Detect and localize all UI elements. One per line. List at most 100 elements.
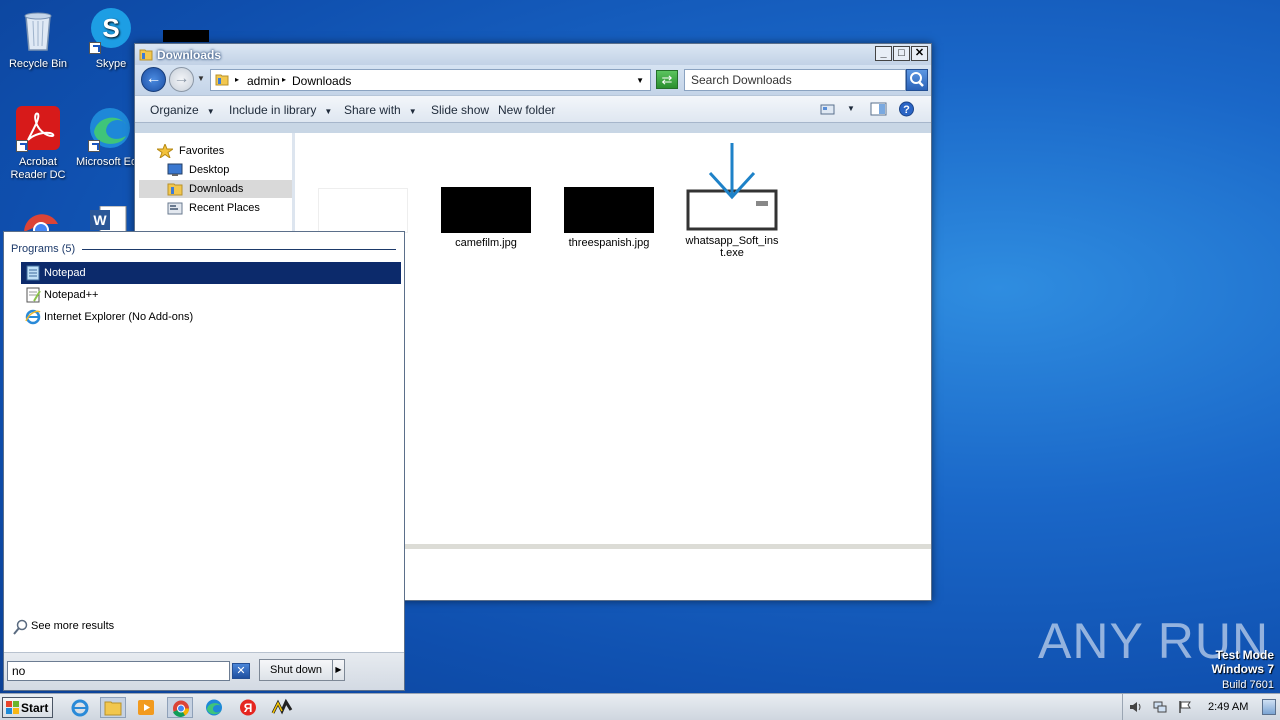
help-icon[interactable]: ? (898, 101, 915, 117)
nav-label: Desktop (189, 164, 230, 176)
shutdown-button[interactable]: Shut down (259, 659, 333, 681)
file-name: camefilm.jpg (455, 237, 517, 249)
shortcut-arrow-icon (88, 140, 100, 152)
new-folder-button[interactable]: New folder (498, 103, 555, 117)
close-button[interactable]: ✕ (911, 46, 928, 61)
nav-item-desktop[interactable]: Desktop (167, 161, 292, 179)
window-title: Downloads (157, 48, 222, 62)
search-result-internet-explorer[interactable]: Internet Explorer (No Add-ons) (21, 306, 401, 328)
chevron-down-icon: ▼ (324, 107, 333, 116)
breadcrumb-downloads[interactable]: Downloads (292, 74, 351, 88)
yandex-icon: Я (240, 699, 256, 716)
minimize-button[interactable]: _ (875, 46, 892, 61)
ie-icon (25, 309, 41, 325)
folder-icon (139, 49, 153, 61)
system-tray (1122, 694, 1280, 720)
file-item-camefilm[interactable]: camefilm.jpg (436, 187, 536, 249)
nav-item-recent-places[interactable]: Recent Places (167, 199, 292, 217)
start-button[interactable]: Start (2, 697, 53, 718)
search-input[interactable]: Search Downloads (684, 69, 906, 91)
shutdown-options-arrow-icon[interactable]: ▶ (332, 659, 345, 681)
taskbar-media-player-button[interactable] (133, 697, 159, 718)
acrobat-icon (14, 104, 62, 152)
heading-divider (82, 249, 396, 250)
slide-show-button[interactable]: Slide show (431, 103, 489, 117)
clear-search-icon[interactable]: ✕ (232, 663, 250, 679)
explorer-folder-icon (104, 701, 122, 716)
desktop-icon (167, 163, 183, 176)
address-bar: ← → ▼ ▸ admin ▸ Downloads ▼ ⇄ Search Dow… (135, 65, 931, 95)
taskbar-ie-button[interactable] (67, 697, 93, 718)
desktop-icon-edge[interactable]: Microsoft Ed (73, 104, 135, 169)
command-bar: Organize ▼ Include in library ▼ Share with… (135, 95, 931, 123)
edge-icon (86, 104, 134, 152)
preview-pane-icon[interactable] (870, 101, 887, 117)
show-desktop-button[interactable] (1262, 699, 1276, 715)
word-desktop-icon[interactable]: W (90, 205, 130, 233)
taskbar-explorer-button[interactable] (100, 697, 126, 718)
taskbar-app-button[interactable] (269, 697, 295, 718)
volume-icon[interactable] (1129, 700, 1143, 714)
taskbar-yandex-button[interactable]: Я (235, 697, 261, 718)
search-icon[interactable] (906, 69, 928, 91)
search-icon (13, 619, 28, 635)
search-result-notepadpp[interactable]: Notepad++ (21, 284, 401, 306)
test-mode-label: Test Mode (1215, 648, 1274, 662)
program-label: Notepad++ (44, 289, 99, 301)
chevron-down-icon: ▼ (408, 107, 417, 116)
include-in-library-label: Include in library (229, 103, 317, 117)
taskbar-edge-button[interactable] (201, 697, 227, 718)
skype-icon: S (87, 6, 135, 54)
start-menu: Programs (5) Notepad Notepad++ Internet … (3, 231, 405, 691)
desktop-icon-recycle-bin[interactable]: Recycle Bin (0, 6, 76, 71)
start-search-input[interactable]: no (7, 661, 230, 681)
explorer-titlebar[interactable]: Downloads _ □ ✕ (135, 44, 931, 65)
recent-pages-dropdown[interactable]: ▼ (197, 74, 205, 83)
share-with-menu[interactable]: Share with ▼ (344, 103, 417, 117)
chrome-desktop-icon[interactable] (22, 204, 60, 238)
desktop-icon-label: Recycle Bin (8, 58, 68, 70)
file-thumbnail-partial[interactable] (318, 188, 408, 233)
nav-item-downloads[interactable]: Downloads (139, 180, 292, 198)
image-thumbnail (564, 187, 654, 233)
organize-menu[interactable]: Organize ▼ (150, 103, 215, 117)
action-center-flag-icon[interactable] (1178, 700, 1192, 714)
view-options-icon[interactable] (819, 101, 836, 117)
forward-button[interactable]: → (169, 67, 194, 92)
shortcut-arrow-icon (89, 42, 101, 54)
back-button[interactable]: ← (141, 67, 166, 92)
taskbar-clock[interactable]: 2:49 AM (1208, 701, 1248, 713)
file-name: whatsapp_Soft_ins (685, 235, 779, 247)
address-box[interactable]: ▸ admin ▸ Downloads ▼ (210, 69, 651, 91)
build-label: Build 7601 (1222, 679, 1274, 691)
breadcrumb-separator-icon[interactable]: ▸ (282, 75, 286, 84)
view-dropdown-icon[interactable]: ▼ (847, 104, 855, 113)
file-name-continued: t.exe (720, 247, 744, 259)
star-icon (157, 144, 173, 158)
nav-label: Recent Places (189, 202, 260, 214)
network-icon[interactable] (1153, 700, 1167, 714)
shortcut-arrow-icon (16, 140, 28, 152)
see-more-results-link[interactable]: See more results (13, 619, 114, 638)
desktop-icon-acrobat[interactable]: Acrobat Reader DC (0, 104, 76, 182)
chevron-down-icon: ▼ (206, 107, 215, 116)
refresh-button[interactable]: ⇄ (656, 70, 678, 89)
recent-places-icon (167, 202, 183, 215)
file-item-whatsapp-installer[interactable]: whatsapp_Soft_ins t.exe (682, 143, 782, 259)
edge-icon (206, 699, 222, 716)
taskbar: Start Я 2:49 AM (0, 693, 1280, 720)
downloads-folder-icon (167, 183, 183, 196)
breadcrumb-separator-icon[interactable]: ▸ (235, 75, 239, 84)
maximize-button[interactable]: □ (893, 46, 910, 61)
file-item-threespanish[interactable]: threespanish.jpg (559, 187, 659, 249)
search-result-notepad[interactable]: Notepad (21, 262, 401, 284)
programs-heading: Programs (5) (11, 243, 76, 255)
start-label: Start (21, 701, 49, 715)
address-dropdown-icon[interactable]: ▼ (636, 76, 644, 85)
breadcrumb-admin[interactable]: admin (247, 74, 280, 88)
include-in-library-menu[interactable]: Include in library ▼ (229, 103, 332, 117)
desktop-icon-label: Microsoft Ed (76, 156, 135, 168)
recycle-bin-icon (14, 6, 62, 54)
nav-item-favorites[interactable]: Favorites (157, 142, 277, 160)
taskbar-chrome-button[interactable] (167, 697, 193, 718)
